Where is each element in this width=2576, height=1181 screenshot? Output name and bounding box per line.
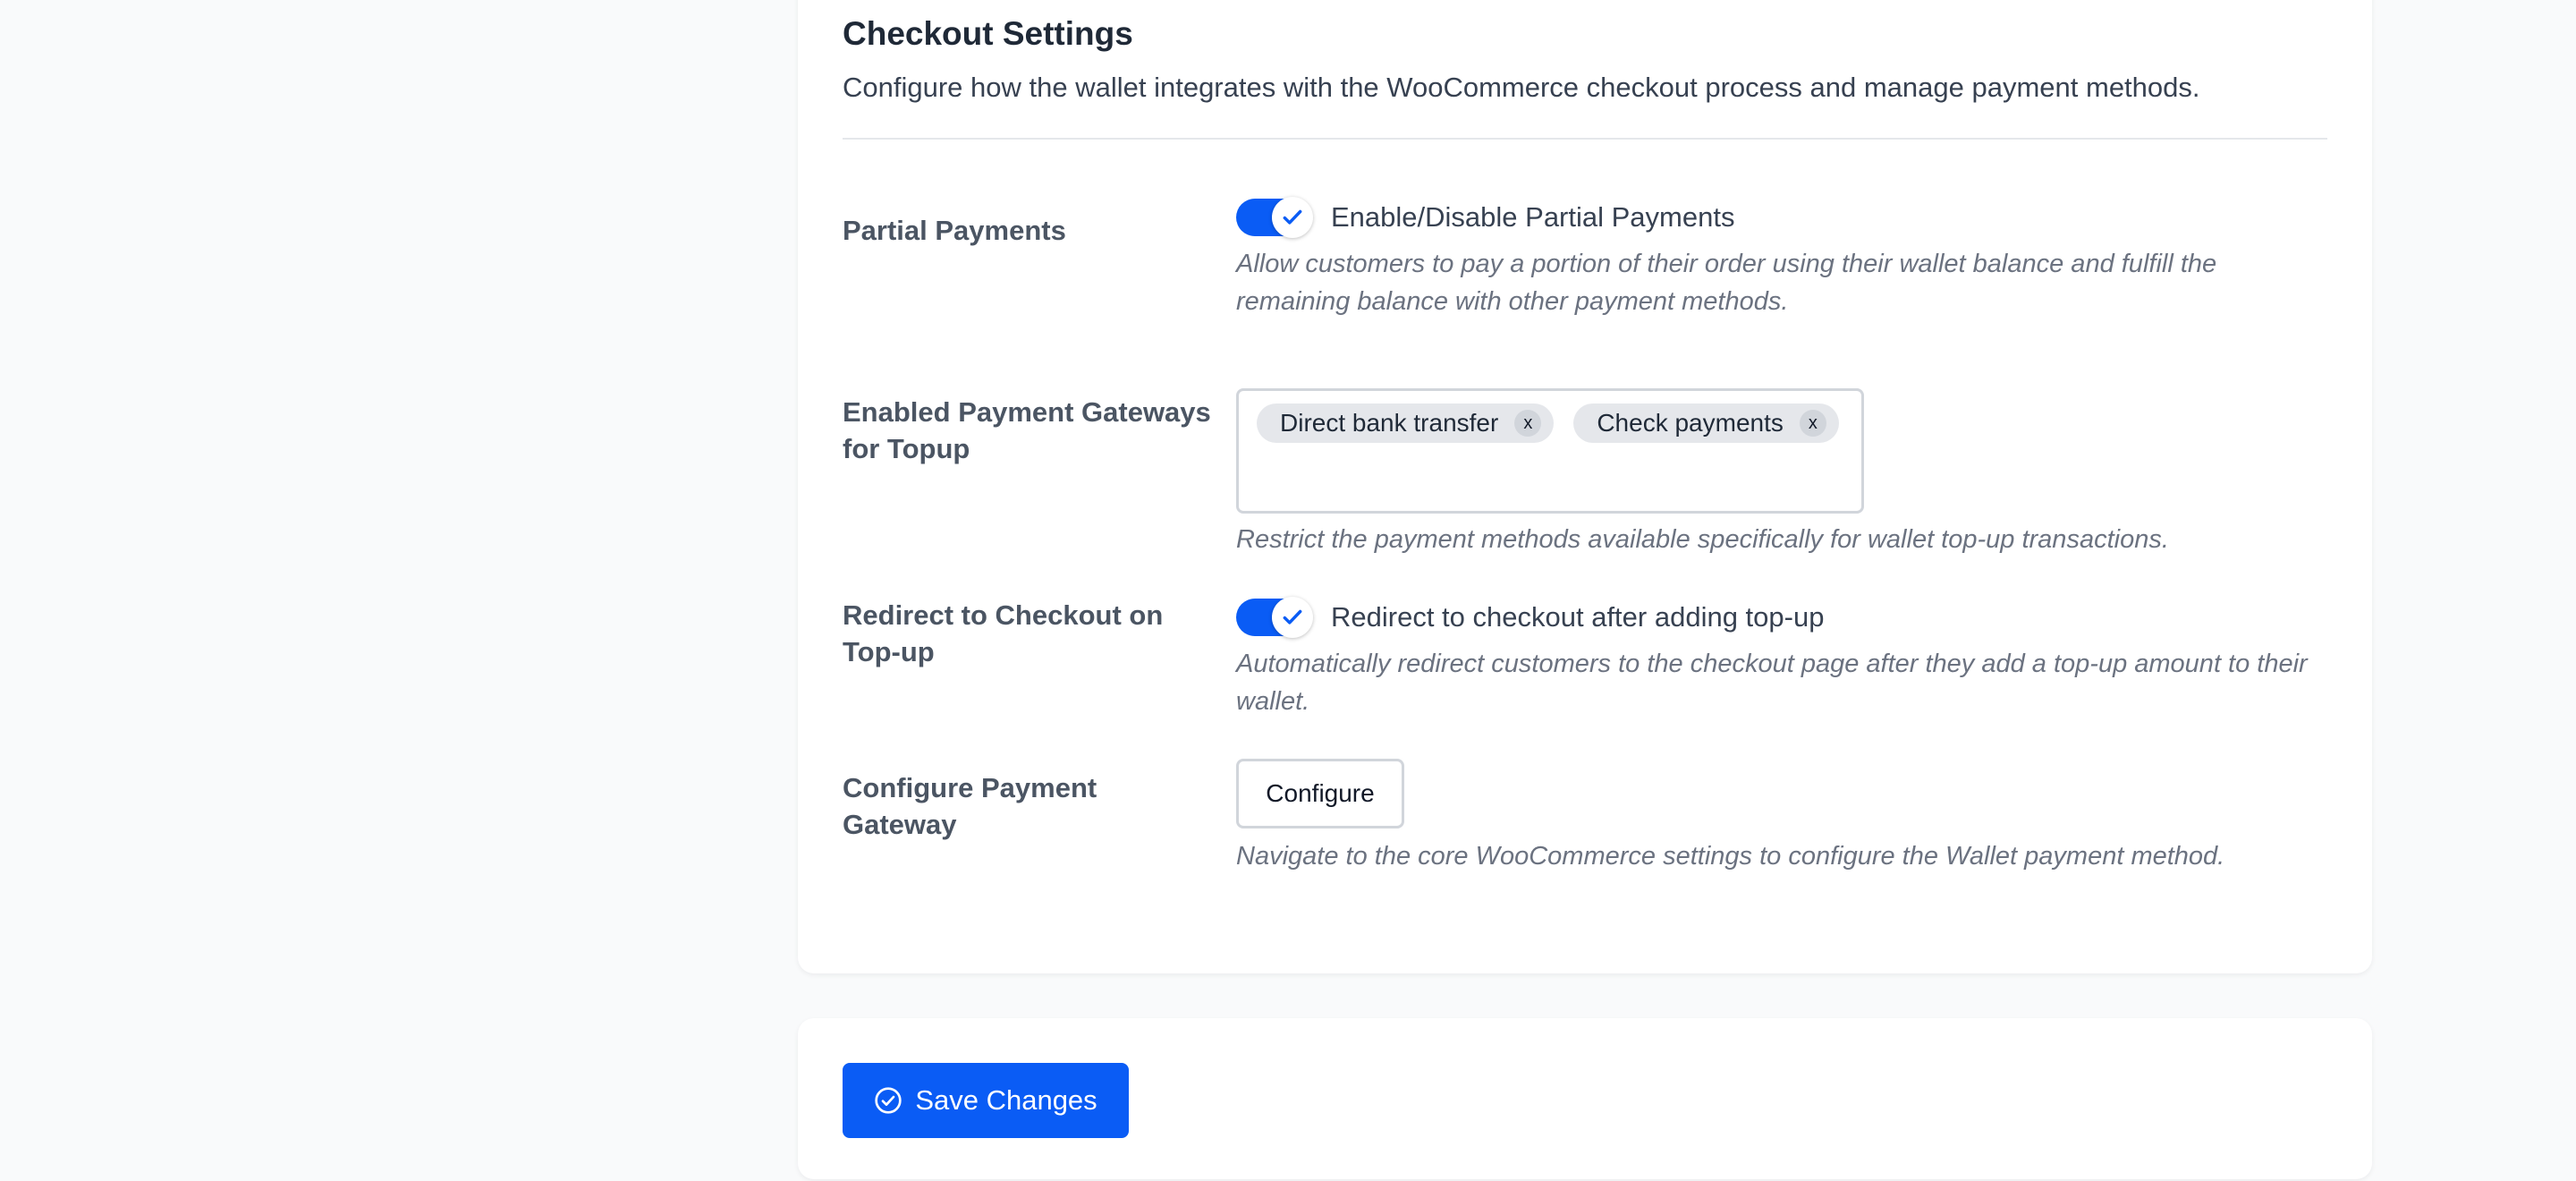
topup-gateways-control: Direct bank transfer x Check payments x …: [1236, 388, 2327, 558]
toggle-knob: [1272, 197, 1313, 238]
partial-payments-toggle[interactable]: [1236, 197, 1313, 238]
configure-gateway-control: Configure Navigate to the core WooCommer…: [1236, 759, 2327, 875]
check-icon: [1283, 609, 1302, 624]
gateway-chip: Check payments x: [1573, 404, 1839, 443]
toggle-knob: [1272, 597, 1313, 638]
gateway-chip-label: Direct bank transfer: [1280, 409, 1499, 437]
chip-remove-icon[interactable]: x: [1514, 410, 1542, 437]
check-icon: [1283, 209, 1302, 225]
configure-button[interactable]: Configure: [1236, 759, 1404, 828]
chip-remove-icon[interactable]: x: [1799, 410, 1826, 437]
gateway-chip: Direct bank transfer x: [1257, 404, 1555, 443]
redirect-checkout-control: Redirect to checkout after adding top-up…: [1236, 597, 2327, 720]
checkout-settings-card: Checkout Settings Configure how the wall…: [798, 0, 2372, 973]
redirect-checkout-toggle[interactable]: [1236, 597, 1313, 638]
check-circle-icon: [875, 1087, 902, 1114]
section-description: Configure how the wallet integrates with…: [843, 72, 2200, 103]
partial-payments-toggle-label: Enable/Disable Partial Payments: [1331, 201, 1735, 233]
actions-card: Save Changes: [798, 1018, 2372, 1179]
topup-gateways-help: Restrict the payment methods available s…: [1236, 525, 2169, 554]
configure-gateway-help: Navigate to the core WooCommerce setting…: [1236, 842, 2225, 871]
partial-payments-control: Enable/Disable Partial Payments Allow cu…: [1236, 197, 2327, 320]
section-title: Checkout Settings: [843, 15, 1133, 52]
divider: [843, 138, 2327, 140]
redirect-checkout-help: Automatically redirect customers to the …: [1236, 650, 2308, 716]
redirect-checkout-label: Redirect to Checkout on Top-up: [843, 599, 1164, 667]
gateway-multiselect[interactable]: Direct bank transfer x Check payments x: [1236, 388, 1864, 514]
partial-payments-help: Allow customers to pay a portion of thei…: [1236, 250, 2217, 316]
partial-payments-label: Partial Payments: [843, 215, 1066, 246]
save-changes-label: Save Changes: [915, 1084, 1097, 1116]
gateway-chip-label: Check payments: [1597, 409, 1784, 437]
redirect-checkout-toggle-label: Redirect to checkout after adding top-up: [1331, 601, 1825, 633]
topup-gateways-label: Enabled Payment Gateways for Topup: [843, 396, 1211, 464]
save-changes-button[interactable]: Save Changes: [843, 1063, 1129, 1138]
configure-gateway-label: Configure Payment Gateway: [843, 772, 1097, 840]
